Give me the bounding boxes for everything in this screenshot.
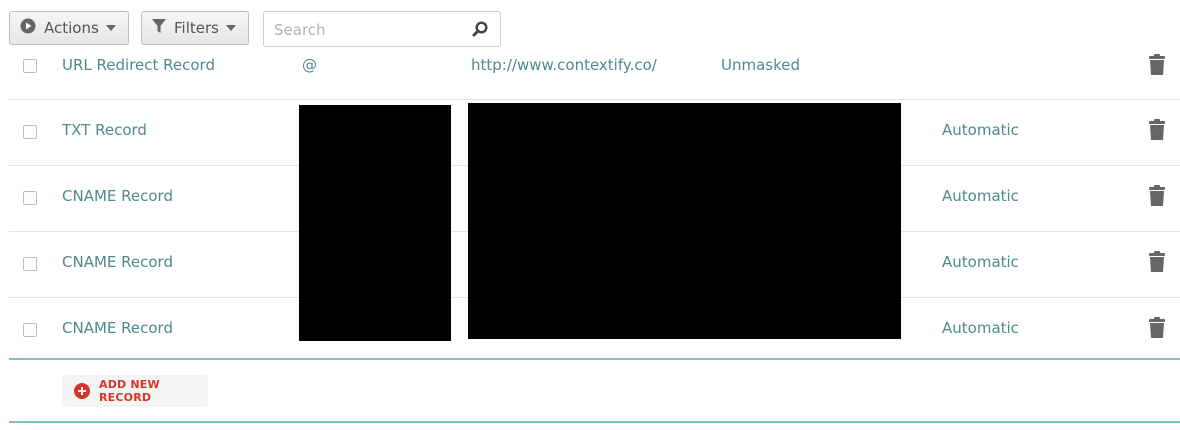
- row-checkbox[interactable]: [23, 125, 37, 139]
- row-checkbox[interactable]: [23, 191, 37, 205]
- filters-button[interactable]: Filters: [141, 11, 249, 45]
- redacted-host-block: [299, 105, 451, 341]
- trash-icon[interactable]: [1148, 54, 1166, 80]
- search-icon[interactable]: [472, 21, 488, 41]
- search-field[interactable]: [263, 11, 501, 48]
- record-ttl[interactable]: Automatic: [942, 253, 1019, 271]
- record-ttl[interactable]: Automatic: [942, 187, 1019, 205]
- row-checkbox[interactable]: [23, 323, 37, 337]
- record-ttl[interactable]: Automatic: [942, 319, 1019, 337]
- record-value[interactable]: http://www.contextify.co/: [471, 56, 657, 74]
- add-new-record-button[interactable]: ADD NEW RECORD: [62, 375, 208, 407]
- record-type[interactable]: URL Redirect Record: [62, 56, 215, 74]
- record-type[interactable]: CNAME Record: [62, 187, 173, 205]
- plus-circle-icon: [74, 383, 90, 399]
- chevron-down-icon: [226, 25, 236, 31]
- actions-label: Actions: [44, 19, 99, 37]
- dns-records-panel: URL Redirect Record @ http://www.context…: [0, 0, 1180, 430]
- record-host[interactable]: @: [302, 56, 317, 74]
- record-type[interactable]: TXT Record: [62, 121, 147, 139]
- play-icon: [20, 18, 36, 38]
- trash-icon[interactable]: [1148, 185, 1166, 211]
- record-ttl[interactable]: Automatic: [942, 121, 1019, 139]
- table-divider-bottom: [9, 421, 1180, 423]
- trash-icon[interactable]: [1148, 317, 1166, 343]
- record-ttl[interactable]: Unmasked: [721, 56, 800, 74]
- table-divider-top: [9, 358, 1180, 360]
- record-type[interactable]: CNAME Record: [62, 253, 173, 271]
- filter-icon: [152, 18, 166, 38]
- search-input[interactable]: [272, 12, 466, 48]
- row-checkbox[interactable]: [23, 59, 37, 73]
- actions-button[interactable]: Actions: [9, 11, 129, 45]
- trash-icon[interactable]: [1148, 119, 1166, 145]
- add-new-record-label: ADD NEW RECORD: [99, 378, 160, 404]
- record-type[interactable]: CNAME Record: [62, 319, 173, 337]
- toolbar: Actions Filters: [9, 10, 529, 48]
- trash-icon[interactable]: [1148, 251, 1166, 277]
- redacted-value-block: [468, 103, 901, 339]
- row-checkbox[interactable]: [23, 257, 37, 271]
- chevron-down-icon: [106, 25, 116, 31]
- filters-label: Filters: [174, 19, 219, 37]
